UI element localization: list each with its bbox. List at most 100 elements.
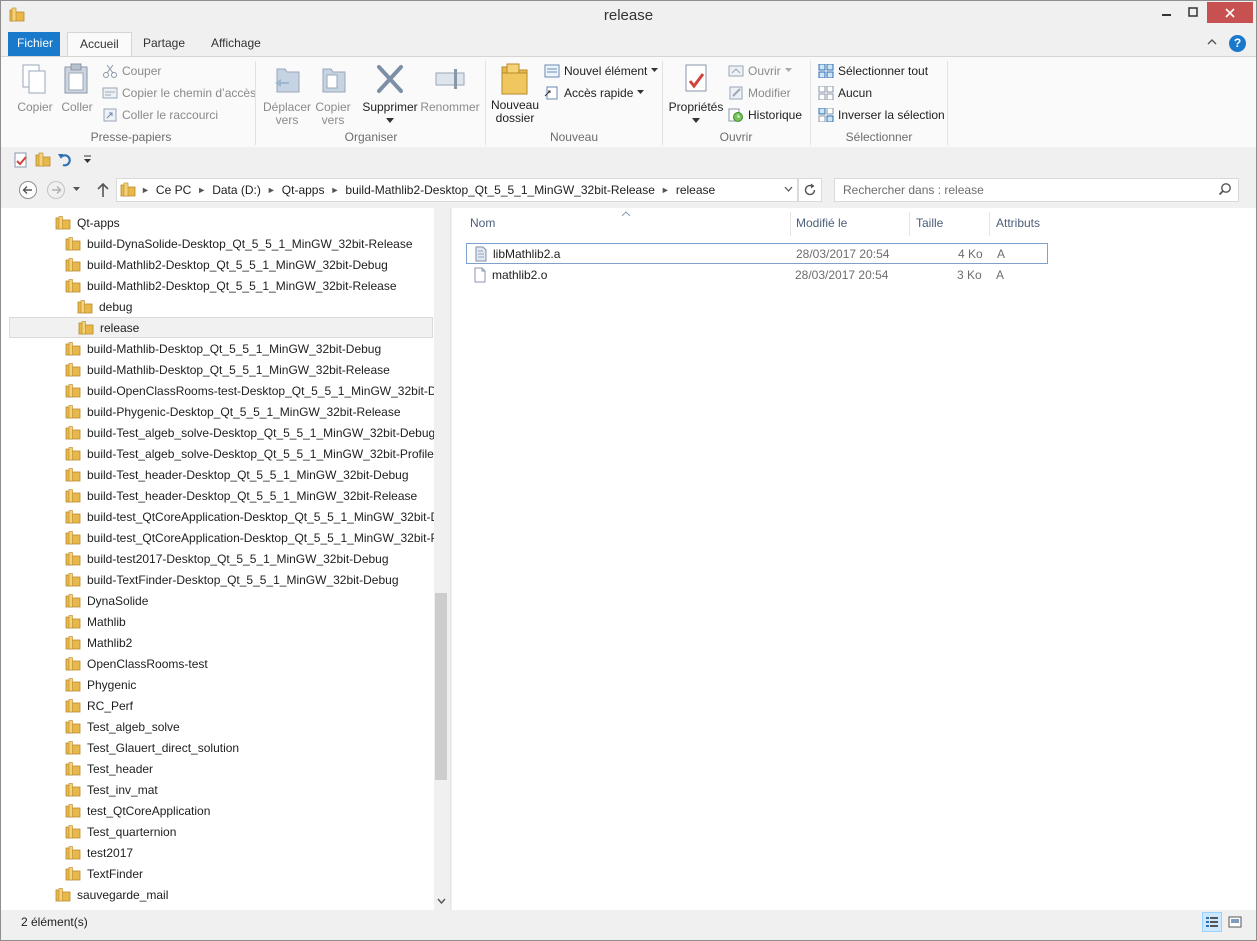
tree-item[interactable]: build-DynaSolide-Desktop_Qt_5_5_1_MinGW_… — [65, 233, 413, 254]
collapse-ribbon-button[interactable] — [1207, 34, 1217, 48]
details-view-button[interactable] — [1202, 912, 1222, 932]
tree-item[interactable]: build-OpenClassRooms-test-Desktop_Qt_5_5… — [65, 380, 443, 401]
column-header-size[interactable]: Taille — [916, 216, 943, 234]
tree-item[interactable]: test2017 — [65, 842, 133, 863]
tree-item[interactable]: build-Mathlib-Desktop_Qt_5_5_1_MinGW_32b… — [65, 338, 381, 359]
paste-button[interactable]: Coller — [57, 63, 97, 114]
delete-button[interactable]: Supprimer — [361, 63, 419, 124]
breadcrumb-build-folder[interactable]: build-Mathlib2-Desktop_Qt_5_5_1_MinGW_32… — [342, 183, 658, 197]
column-header-attributes[interactable]: Attributs — [996, 216, 1040, 234]
recent-locations-button[interactable] — [71, 180, 83, 200]
undo-icon[interactable] — [57, 152, 73, 168]
paste-shortcut-button[interactable]: Coller le raccourci — [102, 106, 218, 124]
large-icons-view-button[interactable] — [1225, 912, 1245, 932]
table-row[interactable]: mathlib2.o 28/03/2017 20:54 3 Ko A — [466, 264, 1048, 285]
tree-item[interactable]: build-TextFinder-Desktop_Qt_5_5_1_MinGW_… — [65, 569, 399, 590]
open-button[interactable]: Ouvrir — [728, 62, 793, 80]
chevron-right-icon[interactable]: ► — [194, 185, 209, 195]
history-button[interactable]: Historique — [728, 106, 802, 124]
tree-item[interactable]: Mathlib2 — [65, 632, 132, 653]
tree-item[interactable]: Test_header — [65, 758, 153, 779]
breadcrumb-release[interactable]: release — [673, 183, 718, 197]
tree-item[interactable]: Test_inv_mat — [65, 779, 158, 800]
tree-item[interactable]: build-test_QtCoreApplication-Desktop_Qt_… — [65, 527, 443, 548]
tree-item[interactable]: Test_Glauert_direct_solution — [65, 737, 239, 758]
new-folder-button[interactable]: Nouveau dossier — [490, 61, 540, 125]
copy-button[interactable]: Copier — [15, 63, 55, 114]
breadcrumb-drive[interactable]: Data (D:) — [209, 183, 264, 197]
chevron-right-icon[interactable]: ► — [658, 185, 673, 195]
maximize-button[interactable] — [1180, 2, 1206, 22]
tree-item[interactable]: build-Mathlib2-Desktop_Qt_5_5_1_MinGW_32… — [65, 275, 397, 296]
tree-item[interactable]: Test_algeb_solve — [65, 716, 180, 737]
tree-item[interactable]: TextFinder — [65, 863, 143, 884]
new-item-button[interactable]: Nouvel élément — [544, 62, 659, 80]
search-box[interactable] — [834, 178, 1239, 202]
column-separator[interactable] — [989, 212, 990, 236]
new-folder-qat-icon[interactable] — [35, 152, 51, 168]
easy-access-button[interactable]: Accès rapide — [544, 84, 645, 102]
customize-qat-icon[interactable] — [83, 155, 93, 165]
help-button[interactable]: ? — [1229, 35, 1246, 52]
address-history-button[interactable] — [780, 178, 796, 200]
tree-item[interactable]: build-Test_header-Desktop_Qt_5_5_1_MinGW… — [65, 485, 417, 506]
pane-divider[interactable] — [450, 208, 451, 910]
tab-file[interactable]: Fichier — [8, 32, 60, 56]
column-separator[interactable] — [790, 212, 791, 236]
tree-item[interactable]: build-Test_algeb_solve-Desktop_Qt_5_5_1_… — [65, 422, 435, 443]
chevron-right-icon[interactable]: ► — [138, 185, 153, 195]
tab-view[interactable]: Affichage — [199, 32, 273, 56]
chevron-right-icon[interactable]: ► — [264, 185, 279, 195]
tree-item[interactable]: DynaSolide — [65, 590, 148, 611]
cut-button[interactable]: Couper — [102, 62, 161, 80]
search-input[interactable] — [843, 182, 1203, 198]
address-bar[interactable]: ► Ce PC ► Data (D:) ► Qt-apps ► build-Ma… — [116, 178, 798, 202]
edit-button[interactable]: Modifier — [728, 84, 791, 102]
tree-item[interactable]: build-test2017-Desktop_Qt_5_5_1_MinGW_32… — [65, 548, 389, 569]
move-to-button[interactable]: Déplacer vers — [261, 63, 313, 127]
back-button[interactable] — [18, 180, 38, 200]
select-all-button[interactable]: Sélectionner tout — [818, 62, 928, 80]
select-none-button[interactable]: Aucun — [818, 84, 872, 102]
breadcrumb-qt-apps[interactable]: Qt-apps — [279, 183, 328, 197]
table-row[interactable]: libMathlib2.a 28/03/2017 20:54 4 Ko A — [466, 243, 1048, 264]
minimize-button[interactable] — [1153, 2, 1179, 22]
breadcrumb-this-pc[interactable]: Ce PC — [153, 183, 194, 197]
tree-item[interactable]: sauvegarde_mail — [55, 884, 168, 905]
tree-item[interactable]: build-test_QtCoreApplication-Desktop_Qt_… — [65, 506, 439, 527]
refresh-button[interactable] — [798, 178, 822, 202]
tree-item[interactable]: build-Test_header-Desktop_Qt_5_5_1_MinGW… — [65, 464, 409, 485]
scrollbar-thumb[interactable] — [435, 593, 447, 780]
copy-to-button[interactable]: Copier vers — [311, 63, 355, 127]
tab-home[interactable]: Accueil — [67, 32, 132, 57]
chevron-right-icon[interactable]: ► — [327, 185, 342, 195]
forward-button[interactable] — [46, 180, 66, 200]
column-header-modified[interactable]: Modifié le — [796, 216, 847, 234]
tree-item[interactable]: Qt-apps — [55, 212, 120, 233]
tree-item[interactable]: debug — [77, 296, 132, 317]
search-icon[interactable] — [1218, 182, 1232, 196]
tree-item[interactable]: Mathlib — [65, 611, 126, 632]
rename-button[interactable]: Renommer — [420, 63, 480, 114]
column-separator[interactable] — [909, 212, 910, 236]
up-button[interactable] — [93, 180, 113, 200]
scroll-down-icon[interactable] — [437, 898, 446, 904]
tree-item[interactable]: release — [9, 317, 433, 338]
properties-button[interactable]: Propriétés — [667, 63, 725, 124]
tree-item[interactable]: RC_Perf — [65, 695, 133, 716]
copy-path-button[interactable]: Copier le chemin d’accès — [102, 84, 256, 102]
invert-selection-button[interactable]: Inverser la sélection — [818, 106, 945, 124]
close-button[interactable] — [1207, 2, 1253, 23]
tree-item[interactable]: test_QtCoreApplication — [65, 800, 210, 821]
tree-item[interactable]: build-Mathlib-Desktop_Qt_5_5_1_MinGW_32b… — [65, 359, 390, 380]
tree-item[interactable]: Test_quarternion — [65, 821, 176, 842]
navigation-scrollbar[interactable] — [434, 208, 448, 910]
properties-check-icon[interactable] — [13, 152, 29, 168]
tree-item[interactable]: build-Phygenic-Desktop_Qt_5_5_1_MinGW_32… — [65, 401, 401, 422]
tree-item[interactable]: OpenClassRooms-test — [65, 653, 208, 674]
tree-item[interactable]: build-Mathlib2-Desktop_Qt_5_5_1_MinGW_32… — [65, 254, 388, 275]
column-header-name[interactable]: Nom — [470, 216, 495, 234]
tab-share[interactable]: Partage — [131, 32, 197, 56]
tree-item[interactable]: Phygenic — [65, 674, 136, 695]
tree-item[interactable]: build-Test_algeb_solve-Desktop_Qt_5_5_1_… — [65, 443, 434, 464]
